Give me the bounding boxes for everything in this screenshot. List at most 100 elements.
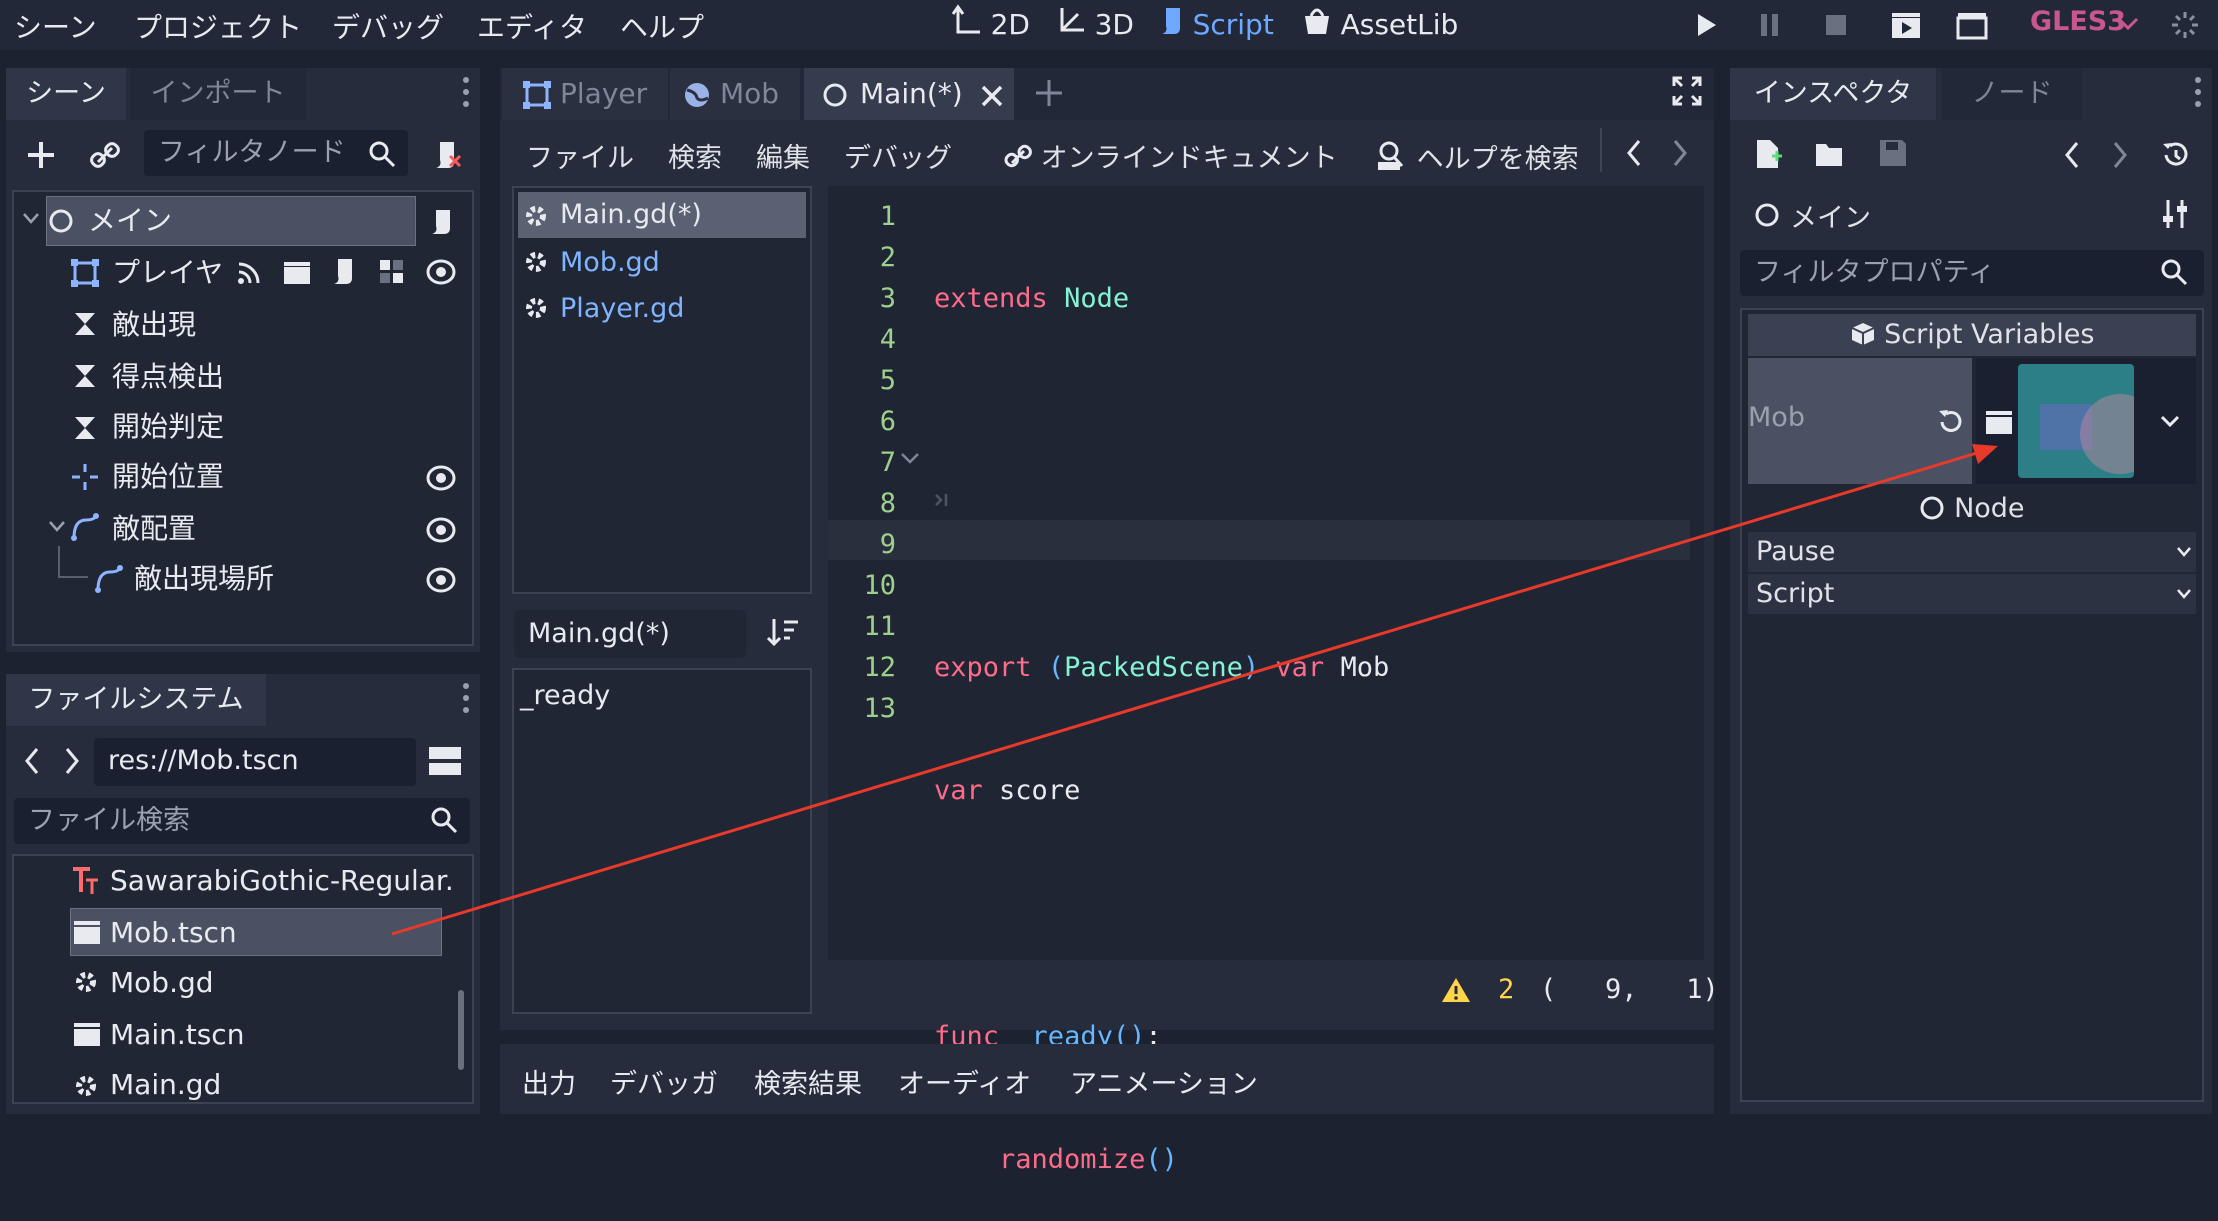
menu-project[interactable]: プロジェクト	[134, 6, 302, 46]
bottom-tab-animation[interactable]: アニメーション	[1070, 1062, 1258, 1101]
back-arrow-icon[interactable]	[1626, 138, 1642, 168]
path-field[interactable]: res://Mob.tscn	[94, 738, 416, 786]
script-menu-search[interactable]: 検索	[668, 136, 722, 175]
node-start-position-label[interactable]: 開始位置	[112, 452, 224, 502]
collapse-chevron-icon[interactable]	[22, 212, 40, 226]
script-variables-section[interactable]: Script Variables	[1748, 314, 2196, 356]
tab-mob[interactable]: Mob	[670, 68, 800, 120]
play-icon[interactable]	[1694, 12, 1718, 38]
script-menu-edit[interactable]: 編集	[756, 136, 810, 175]
add-node-icon[interactable]	[26, 140, 56, 170]
node-section[interactable]: Node	[1748, 488, 2196, 530]
chevron-down-icon[interactable]	[2176, 546, 2192, 558]
collapse-chevron-icon[interactable]	[48, 520, 66, 534]
bottom-tab-search-results[interactable]: 検索結果	[754, 1062, 862, 1101]
dock-menu-icon[interactable]	[462, 74, 470, 110]
pause-icon[interactable]	[1758, 12, 1782, 38]
object-properties-icon[interactable]	[2160, 198, 2190, 230]
revert-icon[interactable]	[1936, 408, 1964, 436]
chevron-down-icon[interactable]	[2160, 414, 2180, 430]
dock-menu-icon[interactable]	[2194, 74, 2202, 110]
node-player-label[interactable]: プレイヤ	[112, 248, 223, 298]
play-custom-scene-icon[interactable]	[1956, 10, 1988, 40]
history-icon[interactable]	[2160, 140, 2190, 170]
renderer-selector[interactable]: GLES3	[2030, 6, 2126, 37]
file-font-label[interactable]: SawarabiGothic-Regular.	[110, 856, 454, 906]
workspace-script-button[interactable]: Script	[1158, 4, 1274, 45]
back-arrow-icon[interactable]	[24, 746, 40, 776]
workspace-3d-button[interactable]: 3D	[1056, 4, 1134, 45]
script-attached-icon[interactable]	[428, 206, 458, 238]
node-mob-timer-label[interactable]: 敵出現	[112, 300, 196, 350]
visibility-eye-icon[interactable]	[426, 258, 456, 286]
visibility-eye-icon[interactable]	[426, 464, 456, 492]
play-scene-icon[interactable]	[1890, 10, 1922, 40]
forward-arrow-icon[interactable]	[1672, 138, 1688, 168]
script-icon[interactable]	[330, 256, 358, 286]
script-menu-file[interactable]: ファイル	[526, 136, 634, 175]
node-score-timer-label[interactable]: 得点検出	[112, 352, 224, 402]
clear-script-icon[interactable]	[432, 138, 464, 172]
help-search-button[interactable]: ヘルプを検索	[1376, 136, 1579, 176]
forward-arrow-icon[interactable]	[2112, 140, 2128, 170]
file-main-gd-label[interactable]: Main.gd	[110, 1060, 221, 1110]
dock-menu-icon[interactable]	[462, 680, 470, 716]
signal-icon[interactable]	[236, 260, 262, 286]
tab-main[interactable]: Main(*)	[804, 68, 1014, 120]
menu-scene[interactable]: シーン	[14, 6, 97, 46]
back-arrow-icon[interactable]	[2064, 140, 2080, 170]
file-mob-gd-label[interactable]: Mob.gd	[110, 958, 214, 1008]
script-category[interactable]: Script	[1748, 574, 2196, 614]
menu-debug[interactable]: デバッグ	[332, 6, 444, 46]
script-menu-debug[interactable]: デバッグ	[844, 136, 952, 175]
menu-help[interactable]: ヘルプ	[620, 6, 704, 46]
close-icon[interactable]	[980, 84, 1004, 108]
visibility-eye-icon[interactable]	[426, 566, 456, 594]
file-list-scrollbar[interactable]	[458, 990, 464, 1070]
link-icon[interactable]	[90, 140, 120, 170]
tab-filesystem[interactable]: ファイルシステム	[6, 674, 266, 726]
fold-chevron-icon[interactable]	[900, 452, 920, 466]
stop-icon[interactable]	[1824, 12, 1848, 38]
save-icon[interactable]	[1878, 138, 1908, 168]
split-view-icon[interactable]	[428, 744, 462, 778]
script-item-player[interactable]: Player.gd	[560, 286, 684, 332]
tab-scene[interactable]: シーン	[6, 68, 126, 120]
tab-player[interactable]: Player	[502, 68, 668, 120]
bottom-tab-debugger[interactable]: デバッガ	[610, 1062, 718, 1101]
workspace-assetlib-button[interactable]: AssetLib	[1302, 4, 1458, 45]
fullscreen-icon[interactable]	[1672, 76, 1702, 106]
tab-node[interactable]: ノード	[1942, 68, 2082, 120]
menu-editor[interactable]: エディタ	[477, 6, 587, 46]
method-item[interactable]: _ready	[520, 680, 610, 711]
visibility-eye-icon[interactable]	[426, 516, 456, 544]
warning-icon[interactable]	[1440, 976, 1472, 1004]
tab-inspector[interactable]: インスペクタ	[1730, 68, 1936, 120]
inspector-object-name[interactable]: メイン	[1790, 196, 1871, 235]
forward-arrow-icon[interactable]	[64, 746, 80, 776]
bottom-tab-output[interactable]: 出力	[522, 1062, 576, 1101]
sort-icon[interactable]	[766, 616, 800, 650]
add-tab-icon[interactable]	[1034, 78, 1064, 108]
chevron-down-icon[interactable]	[2176, 588, 2192, 600]
instanced-scene-icon[interactable]	[282, 258, 312, 286]
open-folder-icon[interactable]	[1814, 140, 1846, 168]
file-search-input[interactable]: ファイル検索	[14, 798, 470, 844]
node-mob-path-label[interactable]: 敵配置	[112, 504, 196, 554]
pause-category[interactable]: Pause	[1748, 532, 2196, 572]
node-start-timer-label[interactable]: 開始判定	[112, 402, 224, 452]
line-number-gutter: 1 2 3 4 5 6 7 8 9 10 11 12 13	[826, 196, 896, 729]
property-filter-input[interactable]: フィルタプロパティ	[1740, 250, 2204, 296]
group-icon[interactable]	[378, 258, 406, 286]
node-circle-icon	[49, 209, 73, 233]
workspace-2d-button[interactable]: 2D	[951, 4, 1030, 45]
file-main-tscn-label[interactable]: Main.tscn	[110, 1010, 244, 1060]
chevron-down-icon[interactable]	[2117, 16, 2139, 32]
node-mob-spawn-label[interactable]: 敵出現場所	[134, 554, 274, 604]
new-resource-icon[interactable]	[1754, 138, 1782, 170]
online-docs-link[interactable]: オンラインドキュメント	[1004, 136, 1338, 175]
bottom-tab-audio[interactable]: オーディオ	[898, 1062, 1031, 1101]
tab-import[interactable]: インポート	[130, 68, 306, 120]
script-item-mob[interactable]: Mob.gd	[560, 240, 660, 286]
